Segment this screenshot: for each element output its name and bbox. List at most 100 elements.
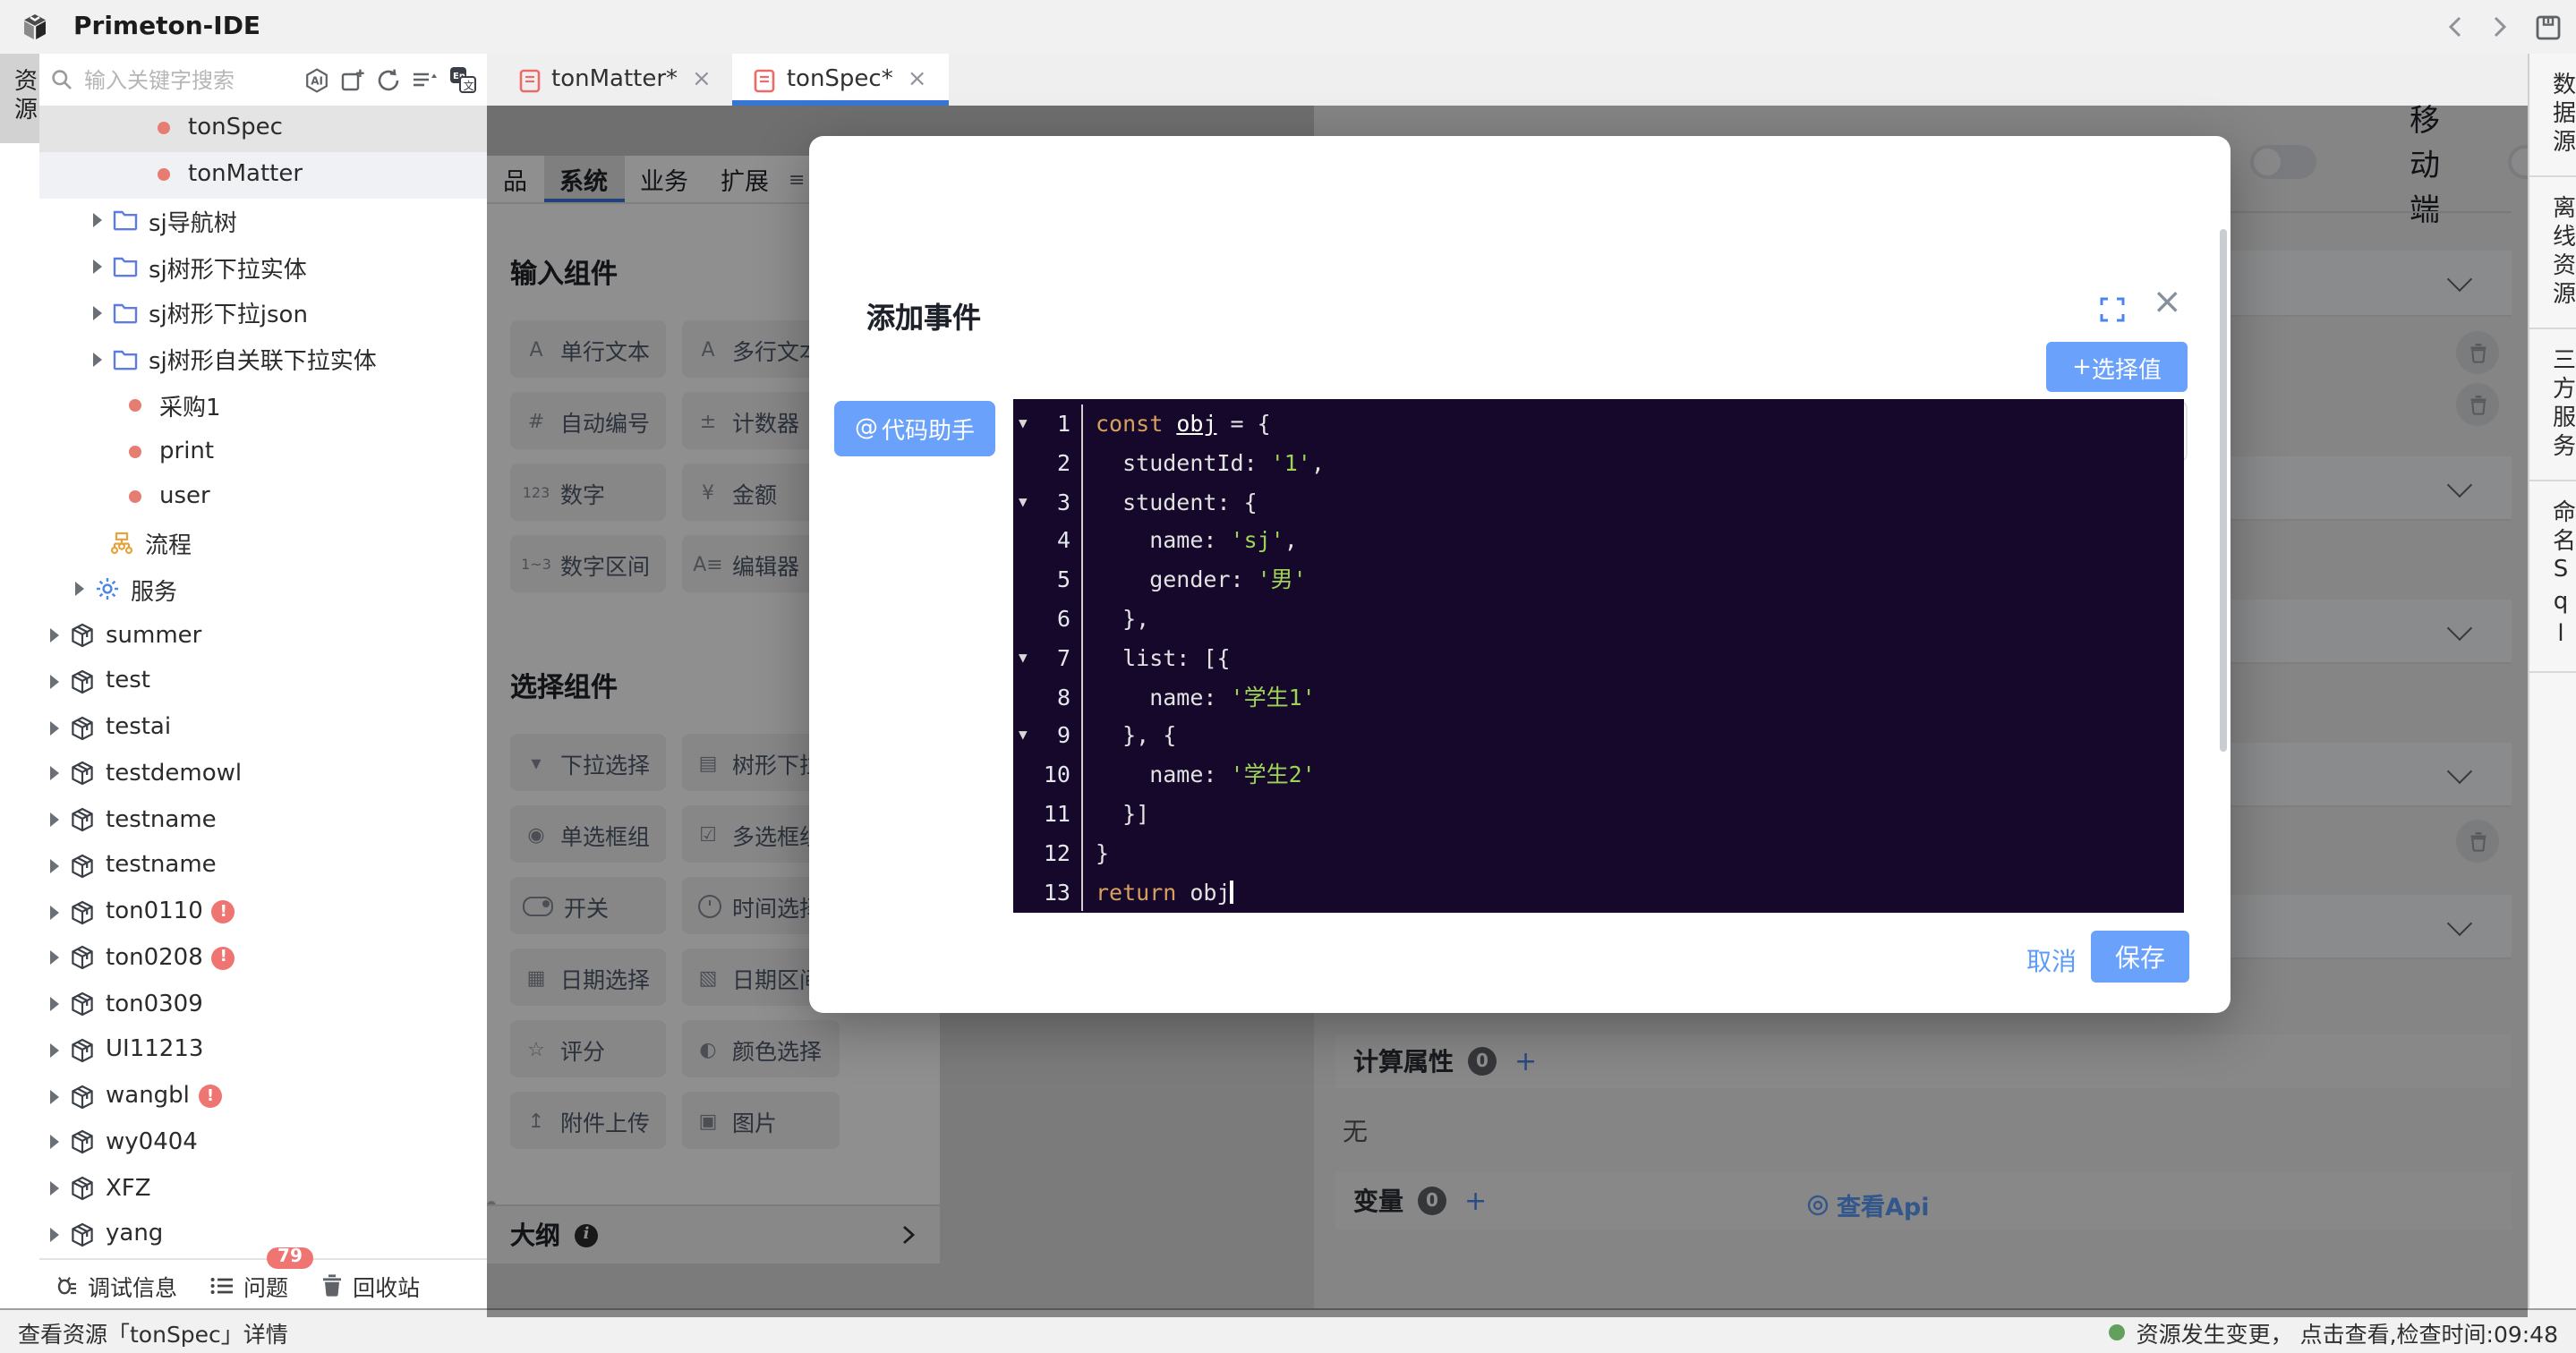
search-input[interactable]: [81, 65, 297, 94]
expand-arrow-icon[interactable]: [50, 767, 59, 781]
rail-tab-resources[interactable]: 资源: [0, 54, 39, 143]
tree-item-sj导航树[interactable]: sj导航树: [39, 198, 487, 244]
tree-item-label: testai: [106, 714, 171, 741]
fold-arrow-icon[interactable]: ▼: [1019, 717, 1028, 756]
expand-arrow-icon[interactable]: [93, 306, 102, 320]
line-number: 6: [1013, 600, 1083, 639]
nav-back-icon[interactable]: [2445, 14, 2465, 39]
right-rail: 数据源离线资源三方服务命名Sql: [2528, 54, 2576, 1308]
rail-tab-命名Sql[interactable]: 命名Sql: [2529, 481, 2576, 673]
translate-icon[interactable]: En文: [449, 66, 476, 93]
tree-item-yang[interactable]: yang: [39, 1212, 487, 1258]
tree-item-XFZ[interactable]: XFZ: [39, 1166, 487, 1213]
rail-tab-三方服务[interactable]: 三方服务: [2529, 329, 2576, 481]
expand-arrow-icon[interactable]: [50, 951, 59, 966]
status-right-text[interactable]: 资源发生变更， 点击查看,检查时间:09:48: [2110, 1315, 2558, 1349]
code-assistant-button[interactable]: @代码助手: [834, 401, 995, 456]
tree-item-ton0309[interactable]: ton0309: [39, 982, 487, 1028]
explorer-search-row: AI En文: [39, 54, 487, 107]
code-editor[interactable]: ▼1const obj = {2 studentId: '1',▼3 stude…: [1013, 399, 2184, 913]
line-number: 12: [1013, 834, 1083, 873]
tree-item-label: ton0110: [106, 898, 203, 925]
tab-tonspec[interactable]: tonSpec* ×: [733, 54, 949, 106]
form-doc-icon: [519, 67, 541, 92]
expand-arrow-icon[interactable]: [93, 214, 102, 228]
expand-arrow-icon[interactable]: [93, 352, 102, 366]
expand-arrow-icon[interactable]: [50, 813, 59, 827]
dialog-scrollbar[interactable]: [2220, 229, 2227, 752]
tree-item-tonMatter[interactable]: tonMatter: [39, 152, 487, 199]
tree-item-user[interactable]: user: [39, 474, 487, 521]
save-icon[interactable]: [2535, 13, 2562, 40]
ai-assistant-icon[interactable]: AI: [304, 67, 329, 92]
code-text: },: [1083, 600, 1149, 639]
cube-icon: [68, 807, 95, 832]
trash-icon: [320, 1272, 344, 1298]
expand-arrow-icon[interactable]: [50, 1089, 59, 1103]
tree-item-sj树形自关联下拉实体[interactable]: sj树形自关联下拉实体: [39, 336, 487, 383]
collapse-all-icon[interactable]: [412, 68, 439, 91]
code-text: studentId: '1',: [1083, 444, 1325, 483]
folder-icon: [111, 302, 138, 324]
tree-item-ton0208[interactable]: ton0208!: [39, 935, 487, 982]
tree-item-print[interactable]: print: [39, 429, 487, 475]
recycle-bin-button[interactable]: 回收站: [320, 1268, 420, 1302]
expand-arrow-icon[interactable]: [93, 260, 102, 274]
close-icon[interactable]: ×: [692, 66, 712, 93]
rail-tab-数据源[interactable]: 数据源: [2529, 54, 2576, 177]
tree-item-testdemowl[interactable]: testdemowl: [39, 751, 487, 797]
expand-arrow-icon[interactable]: [50, 1228, 59, 1242]
close-icon[interactable]: ×: [908, 66, 927, 93]
expand-arrow-icon[interactable]: [50, 720, 59, 735]
expand-arrow-icon[interactable]: [50, 859, 59, 873]
tree-item-testname[interactable]: testname: [39, 797, 487, 844]
tree-item-采购1[interactable]: 采购1: [39, 382, 487, 429]
tab-tonmatter[interactable]: tonMatter* ×: [498, 54, 733, 106]
tree-item-testai[interactable]: testai: [39, 705, 487, 752]
debug-info-button[interactable]: 调试信息: [54, 1268, 177, 1302]
fullscreen-icon[interactable]: [2100, 297, 2125, 322]
expand-arrow-icon[interactable]: [50, 1181, 59, 1196]
expand-arrow-icon[interactable]: [75, 583, 84, 597]
code-text: name: '学生2': [1083, 755, 1316, 795]
pick-value-button[interactable]: +选择值: [2046, 342, 2188, 392]
tree-item-label: 流程: [145, 526, 192, 560]
tree-item-服务[interactable]: 服务: [39, 566, 487, 613]
tree-item-tonSpec[interactable]: tonSpec: [39, 106, 487, 152]
close-icon[interactable]: ×: [2152, 283, 2182, 319]
save-button[interactable]: 保存: [2091, 931, 2189, 983]
tree-item-label: testdemowl: [106, 761, 242, 787]
expand-arrow-icon[interactable]: [50, 1136, 59, 1150]
problems-button[interactable]: 问题 79: [209, 1268, 288, 1302]
recycle-bin-label: 回收站: [353, 1268, 420, 1302]
tree-item-流程[interactable]: 流程: [39, 521, 487, 567]
fold-arrow-icon[interactable]: ▼: [1019, 482, 1028, 522]
tree-item-wy0404[interactable]: wy0404: [39, 1119, 487, 1166]
code-text: name: '学生1': [1083, 677, 1316, 717]
tree-item-summer[interactable]: summer: [39, 613, 487, 659]
new-resource-icon[interactable]: [340, 67, 365, 92]
tree-item-sj树形下拉json[interactable]: sj树形下拉json: [39, 290, 487, 336]
tree-item-ton0110[interactable]: ton0110!: [39, 889, 487, 936]
list-icon: [209, 1273, 235, 1297]
cancel-button[interactable]: 取消: [2026, 943, 2077, 979]
fold-arrow-icon[interactable]: ▼: [1019, 639, 1028, 678]
expand-arrow-icon[interactable]: [50, 628, 59, 642]
tree-item-sj树形下拉实体[interactable]: sj树形下拉实体: [39, 244, 487, 291]
code-line: 10 name: '学生2': [1013, 755, 2184, 795]
tree-item-UI11213[interactable]: UI11213: [39, 1027, 487, 1074]
tree-item-wangbl[interactable]: wangbl!: [39, 1074, 487, 1120]
line-number: 2: [1013, 444, 1083, 483]
code-text: list: [{: [1083, 639, 1231, 678]
expand-arrow-icon[interactable]: [50, 905, 59, 919]
code-line: ▼3 student: {: [1013, 482, 2184, 522]
nav-forward-icon[interactable]: [2490, 14, 2510, 39]
tree-item-testname[interactable]: testname: [39, 843, 487, 889]
expand-arrow-icon[interactable]: [50, 997, 59, 1011]
tree-item-test[interactable]: test: [39, 659, 487, 705]
expand-arrow-icon[interactable]: [50, 675, 59, 689]
rail-tab-离线资源[interactable]: 离线资源: [2529, 177, 2576, 329]
expand-arrow-icon[interactable]: [50, 1043, 59, 1058]
refresh-icon[interactable]: [376, 67, 401, 92]
fold-arrow-icon[interactable]: ▼: [1019, 404, 1028, 444]
